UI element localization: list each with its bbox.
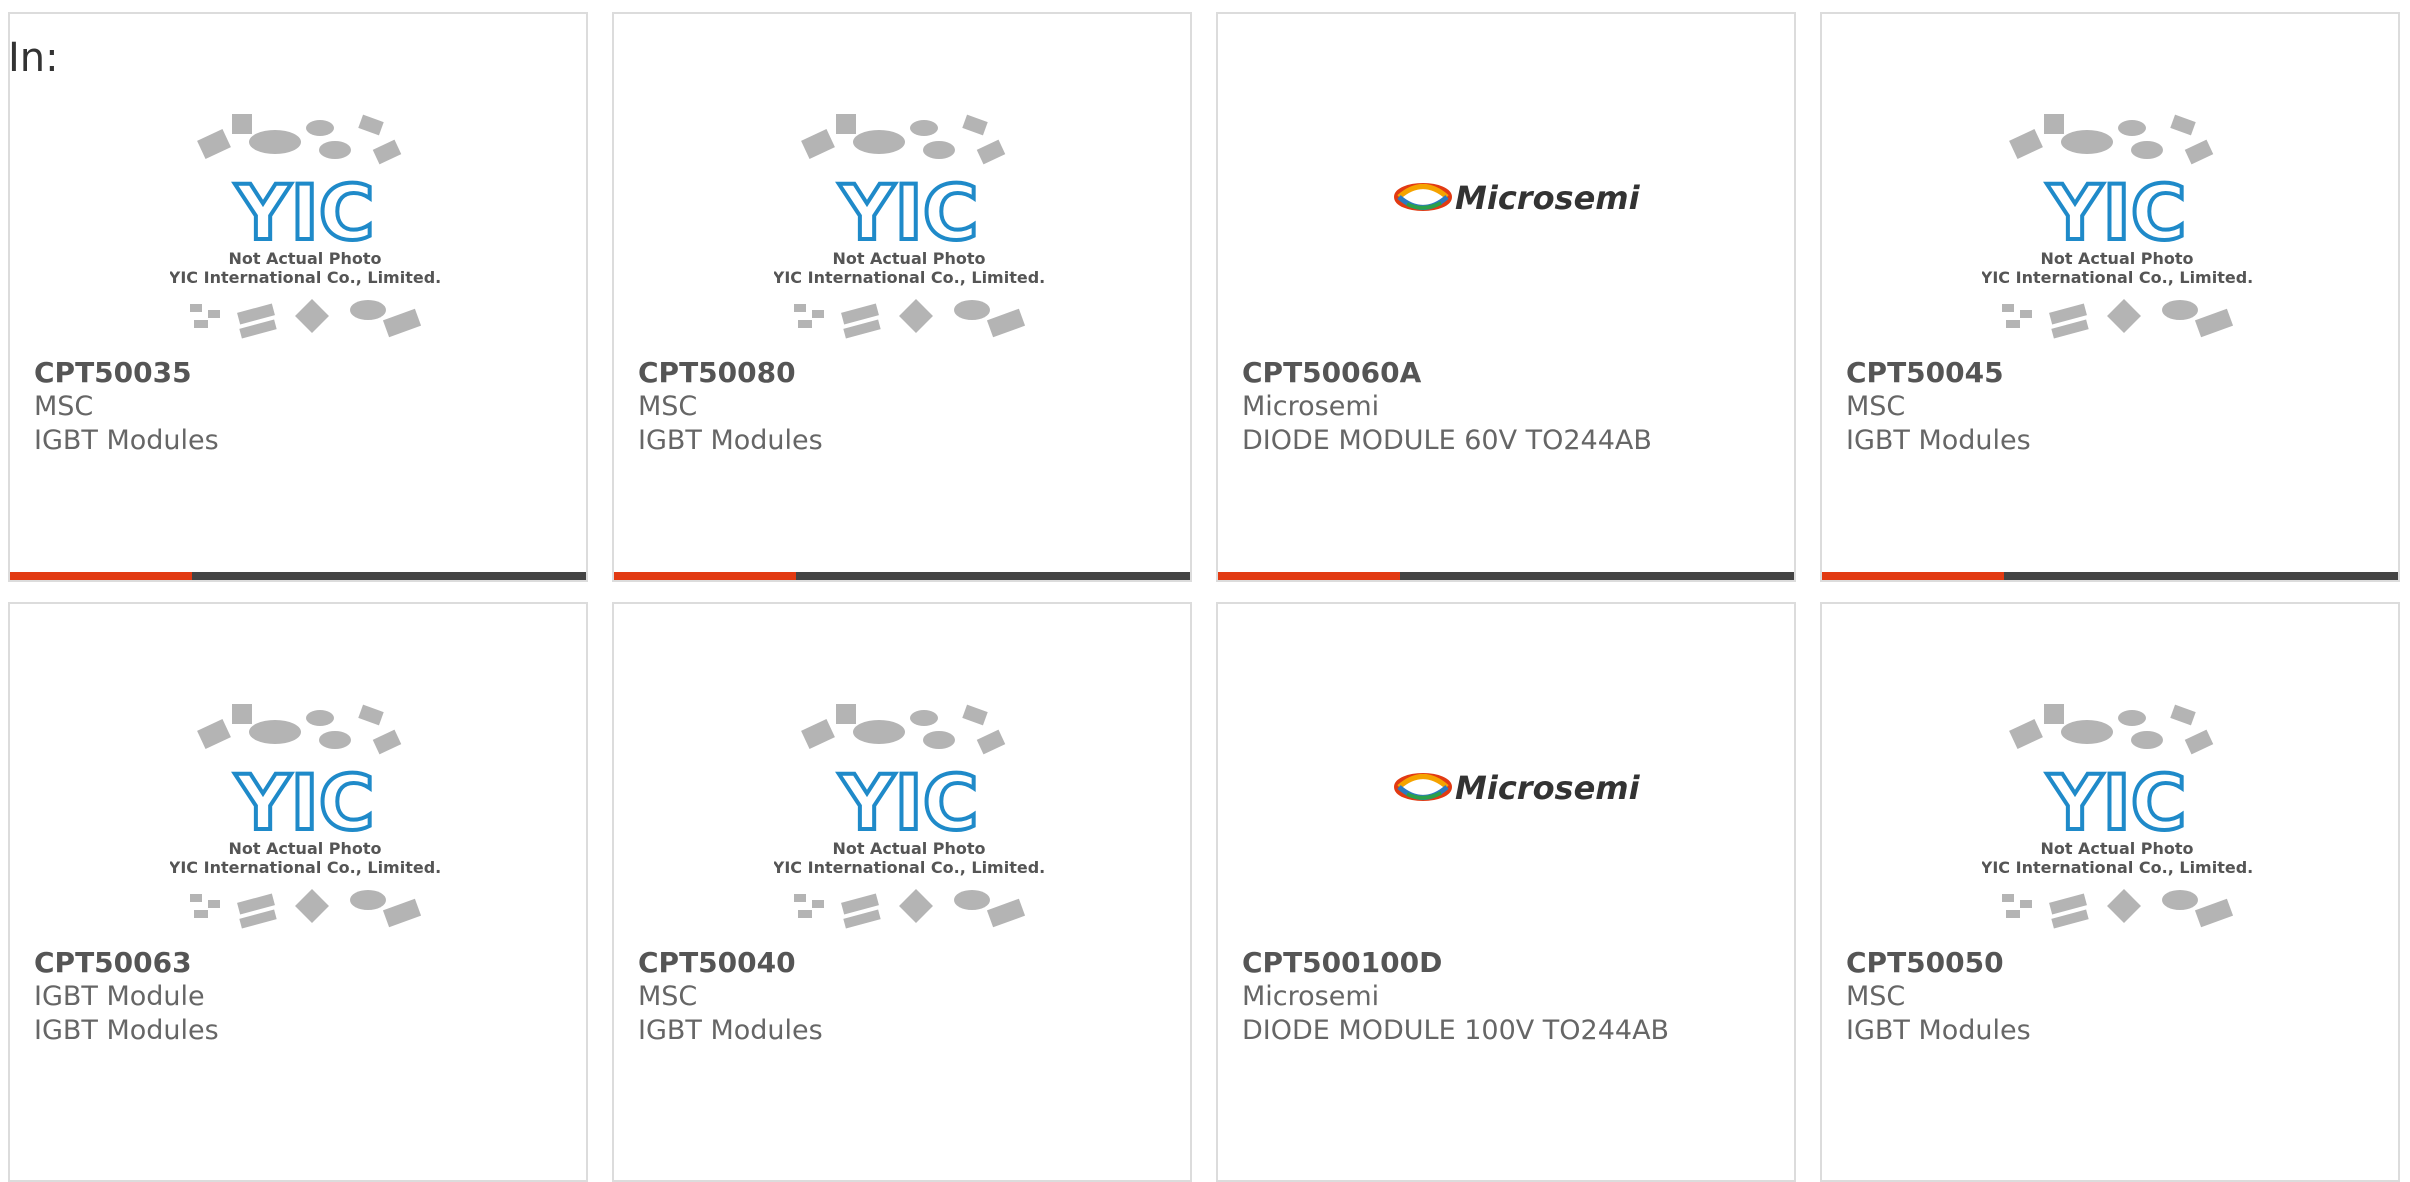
manufacturer: MSC: [638, 981, 698, 1012]
part-number[interactable]: CPT50045: [1846, 356, 2031, 390]
svg-text:Not Actual Photo: Not Actual Photo: [832, 839, 985, 858]
product-info: CPT50050 MSC IGBT Modules: [1846, 946, 2031, 1048]
svg-text:Not Actual Photo: Not Actual Photo: [228, 249, 381, 268]
description: IGBT Modules: [34, 425, 219, 456]
svg-text:YIC International Co., Limited: YIC International Co., Limited.: [774, 268, 1044, 287]
product-placeholder-image: YIC Not Actual Photo YIC International C…: [774, 114, 1044, 339]
svg-text:YIC International Co., Limited: YIC International Co., Limited.: [1982, 858, 2252, 877]
yic-logo-icon: YIC: [2046, 758, 2186, 847]
description: IGBT Modules: [1846, 425, 2031, 456]
svg-text:Microsemi: Microsemi: [1455, 179, 1641, 217]
product-placeholder-image: YIC Not Actual Photo YIC International C…: [1982, 704, 2252, 929]
product-grid: YIC Not Actual Photo YIC International C…: [0, 0, 2410, 1182]
manufacturer: IGBT Module: [34, 981, 205, 1012]
card-bottom-bar: [1822, 572, 2398, 580]
yic-logo-icon: YIC: [2046, 168, 2186, 257]
product-info: CPT50035 MSC IGBT Modules: [34, 356, 219, 458]
description: IGBT Modules: [34, 1015, 219, 1046]
microsemi-swirl-icon: [1394, 773, 1452, 801]
svg-text:Not Actual Photo: Not Actual Photo: [228, 839, 381, 858]
card-bottom-bar: [1218, 572, 1794, 580]
description: DIODE MODULE 60V TO244AB: [1242, 425, 1652, 456]
manufacturer: MSC: [638, 391, 698, 422]
manufacturer: Microsemi: [1242, 981, 1380, 1012]
product-card[interactable]: YIC Not Actual Photo YIC International C…: [1820, 12, 2400, 582]
svg-text:YIC International Co., Limited: YIC International Co., Limited.: [774, 858, 1044, 877]
description: IGBT Modules: [638, 425, 823, 456]
microsemi-swirl-icon: [1394, 183, 1452, 211]
product-card[interactable]: YIC Not Actual Photo YIC International C…: [8, 602, 588, 1182]
manufacturer: MSC: [1846, 391, 1906, 422]
svg-text:YIC International Co., Limited: YIC International Co., Limited.: [170, 268, 440, 287]
svg-text:Microsemi: Microsemi: [1455, 769, 1641, 807]
product-info: CPT50063 IGBT Module IGBT Modules: [34, 946, 219, 1048]
product-info: CPT50045 MSC IGBT Modules: [1846, 356, 2031, 458]
product-info: CPT50080 MSC IGBT Modules: [638, 356, 823, 458]
microsemi-logo-image: Microsemi: [1394, 179, 1641, 217]
part-number[interactable]: CPT50040: [638, 946, 823, 980]
part-number[interactable]: CPT50080: [638, 356, 823, 390]
manufacturer: MSC: [1846, 981, 1906, 1012]
product-placeholder-image: YIC Not Actual Photo YIC International C…: [170, 114, 440, 339]
product-placeholder-image: YIC Not Actual Photo YIC International C…: [170, 704, 440, 929]
product-card[interactable]: Microsemi CPT50060A Microsemi DIODE MODU…: [1216, 12, 1796, 582]
product-placeholder-image: YIC Not Actual Photo YIC International C…: [774, 704, 1044, 929]
in-label: In:: [8, 35, 59, 81]
product-card[interactable]: YIC Not Actual Photo YIC International C…: [612, 12, 1192, 582]
product-placeholder-image: YIC Not Actual Photo YIC International C…: [1982, 114, 2252, 339]
product-card[interactable]: YIC Not Actual Photo YIC International C…: [1820, 602, 2400, 1182]
microsemi-logo-image: Microsemi: [1394, 769, 1641, 807]
product-card[interactable]: YIC Not Actual Photo YIC International C…: [8, 12, 588, 582]
part-number[interactable]: CPT50035: [34, 356, 219, 390]
part-number[interactable]: CPT50050: [1846, 946, 2031, 980]
svg-text:YIC International Co., Limited: YIC International Co., Limited.: [1982, 268, 2252, 287]
svg-text:Not Actual Photo: Not Actual Photo: [832, 249, 985, 268]
yic-logo-icon: YIC: [838, 168, 978, 257]
card-bottom-bar: [614, 572, 1190, 580]
product-card[interactable]: Microsemi CPT500100D Microsemi DIODE MOD…: [1216, 602, 1796, 1182]
yic-logo-icon: YIC: [234, 168, 374, 257]
svg-text:YIC International Co., Limited: YIC International Co., Limited.: [170, 858, 440, 877]
description: DIODE MODULE 100V TO244AB: [1242, 1015, 1670, 1046]
svg-text:Not Actual Photo: Not Actual Photo: [2040, 839, 2193, 858]
yic-logo-icon: YIC: [838, 758, 978, 847]
part-number[interactable]: CPT50063: [34, 946, 219, 980]
manufacturer: MSC: [34, 391, 94, 422]
svg-text:Not Actual Photo: Not Actual Photo: [2040, 249, 2193, 268]
product-info: CPT50060A Microsemi DIODE MODULE 60V TO2…: [1242, 356, 1652, 458]
description: IGBT Modules: [1846, 1015, 2031, 1046]
description: IGBT Modules: [638, 1015, 823, 1046]
product-info: CPT500100D Microsemi DIODE MODULE 100V T…: [1242, 946, 1669, 1048]
part-number[interactable]: CPT500100D: [1242, 946, 1669, 980]
part-number[interactable]: CPT50060A: [1242, 356, 1652, 390]
manufacturer: Microsemi: [1242, 391, 1380, 422]
product-info: CPT50040 MSC IGBT Modules: [638, 946, 823, 1048]
product-card[interactable]: YIC Not Actual Photo YIC International C…: [612, 602, 1192, 1182]
card-bottom-bar: [10, 572, 586, 580]
yic-logo-icon: YIC: [234, 758, 374, 847]
